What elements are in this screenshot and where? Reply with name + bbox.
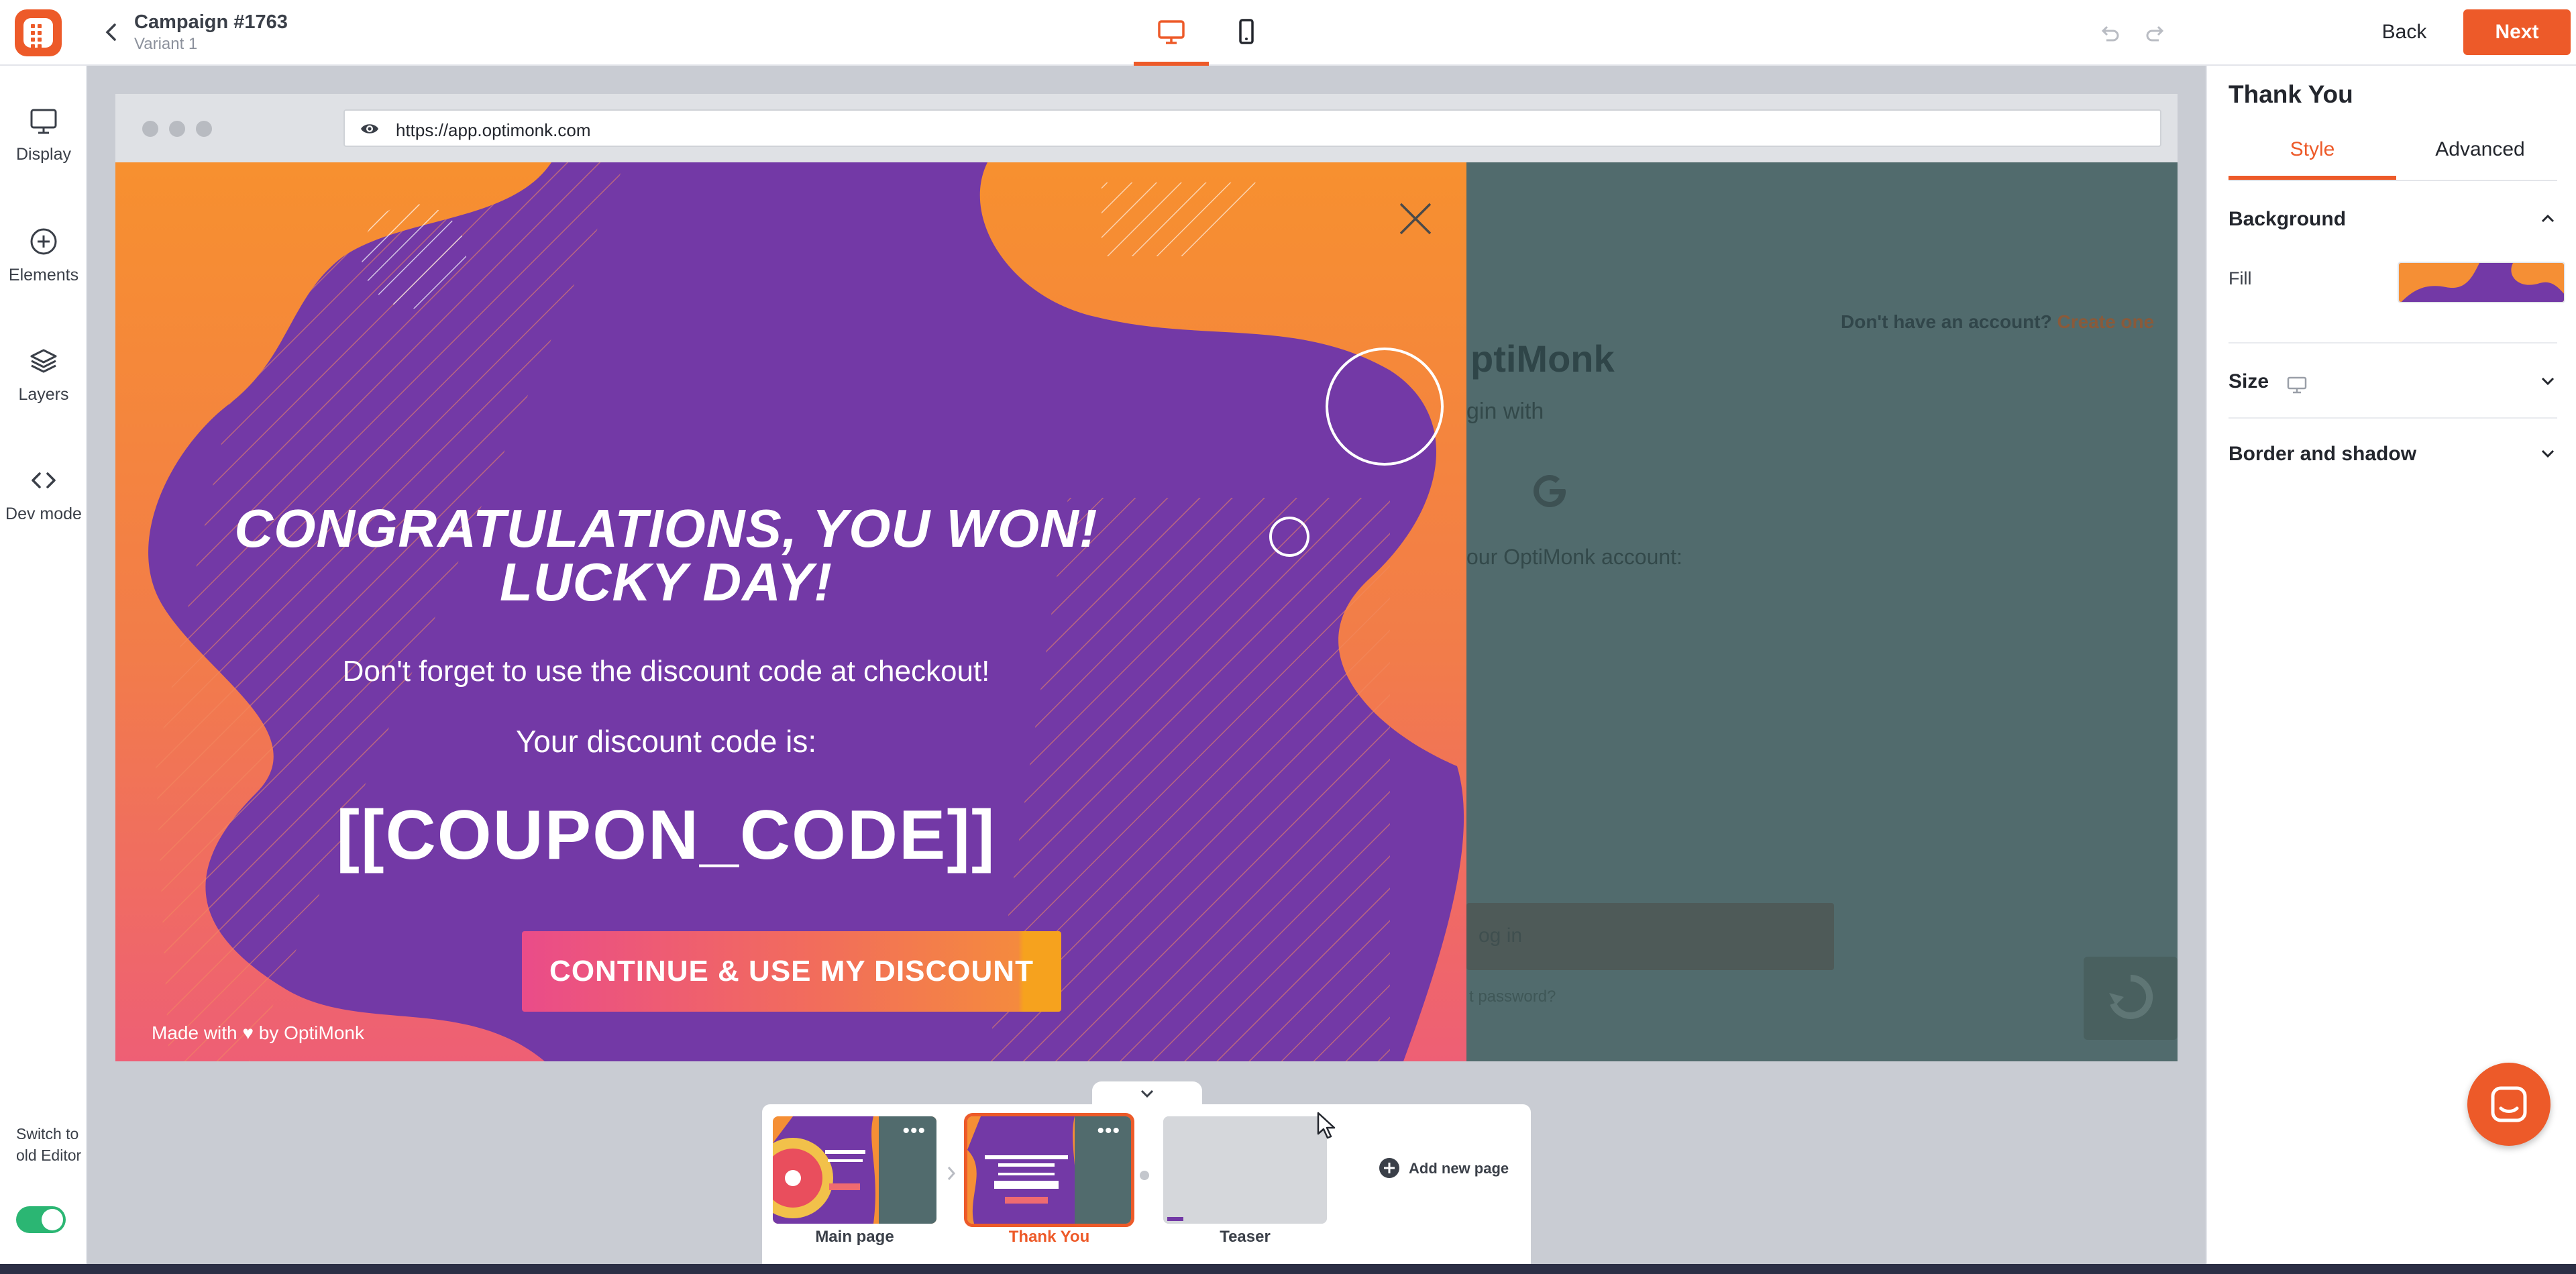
sidebar-item-elements[interactable]: Elements (0, 227, 87, 321)
window-dot (169, 121, 185, 137)
chat-icon (2491, 1086, 2527, 1122)
headline-line-2: LUCKY DAY! (500, 552, 833, 612)
sidebar-item-display[interactable]: Display (0, 107, 87, 201)
optimonk-logo[interactable] (15, 9, 62, 56)
monitor-icon (30, 109, 57, 134)
chevron-down-icon (1140, 1090, 1154, 1098)
chevron-down-icon (2541, 449, 2555, 458)
variant-name: Variant 1 (134, 35, 198, 53)
fill-label: Fill (2229, 268, 2252, 288)
redo-icon[interactable] (2144, 21, 2168, 46)
url-bar: https://app.optimonk.com (343, 109, 2161, 147)
chevron-left-icon[interactable] (99, 20, 123, 44)
campaign-title: Campaign #1763 (134, 11, 288, 33)
sidebar-item-label: Elements (8, 266, 79, 284)
eye-icon (361, 124, 378, 134)
more-options-icon[interactable]: ••• (902, 1121, 926, 1141)
tab-advanced[interactable]: Advanced (2396, 133, 2564, 180)
plus-circle-icon (30, 228, 57, 255)
create-account-link: Create one (2057, 311, 2155, 332)
switch-old-editor-label: Switch to old Editor (16, 1125, 82, 1164)
made-with-optimonk[interactable]: Made with ♥ by OptiMonk (152, 1022, 364, 1044)
recaptcha-icon (2109, 974, 2153, 1019)
undo-icon[interactable] (2097, 21, 2121, 46)
preview-canvas: https://app.optimonk.com Don't have an a… (115, 94, 2178, 1061)
left-sidebar: Display Elements Layers Dev mode Switch … (0, 66, 87, 1274)
thank-you-popup[interactable]: CONGRATULATIONS, YOU WON! LUCKY DAY! Don… (115, 162, 1466, 1061)
chevron-down-icon (2541, 377, 2555, 386)
tab-style[interactable]: Style (2229, 133, 2396, 180)
section-title: Background (2229, 208, 2347, 230)
chat-support-button[interactable] (2467, 1063, 2551, 1146)
page-label-thank-you: Thank You (1008, 1228, 1090, 1246)
mobile-icon (1239, 19, 1254, 44)
section-title: Size (2229, 370, 2269, 392)
chevron-right-icon (947, 1167, 956, 1180)
coupon-code: [[COUPON_CODE]] (336, 796, 996, 874)
panel-title: Thank You (2229, 81, 2353, 108)
sidebar-item-label: Dev mode (5, 505, 82, 523)
browser-chrome: https://app.optimonk.com (115, 94, 2178, 162)
section-size-header[interactable]: Size (2229, 361, 2557, 401)
code-label: Your discount code is: (515, 724, 817, 759)
login-with-text: gin with (1466, 399, 1544, 424)
fill-swatch (2399, 263, 2564, 302)
page-thumb-teaser[interactable] (1163, 1116, 1327, 1224)
sidebar-item-label: Layers (18, 385, 69, 404)
recaptcha-badge (2084, 957, 2178, 1040)
section-title: Border and shadow (2229, 443, 2417, 465)
window-dot (196, 121, 212, 137)
mobile-view-button[interactable] (1209, 0, 1284, 66)
page-label-main: Main page (815, 1228, 894, 1246)
reminder-text: Don't forget to use the discount code at… (342, 655, 990, 688)
window-dot (142, 121, 158, 137)
desktop-icon (2287, 376, 2307, 394)
fill-preview[interactable] (2398, 262, 2565, 303)
page-label-teaser: Teaser (1220, 1228, 1271, 1246)
section-divider (2229, 342, 2557, 343)
dot-separator-icon (1140, 1171, 1149, 1180)
sidebar-item-dev-mode[interactable]: Dev mode (0, 466, 87, 560)
chevron-up-icon (2541, 214, 2555, 223)
sidebar-item-layers[interactable]: Layers (0, 346, 87, 440)
taskbar-edge (0, 1264, 2576, 1274)
back-button[interactable]: Back (2364, 9, 2445, 55)
account-text: our OptiMonk account: (1466, 545, 1682, 569)
sidebar-item-label: Display (16, 145, 71, 164)
desktop-view-button[interactable] (1134, 0, 1209, 66)
close-icon[interactable] (1397, 200, 1434, 237)
more-options-icon[interactable]: ••• (1097, 1121, 1120, 1141)
layers-icon (30, 349, 57, 373)
google-icon (1534, 475, 1566, 507)
continue-discount-button[interactable]: CONTINUE & USE MY DISCOUNT (522, 931, 1061, 1012)
next-button[interactable]: Next (2463, 9, 2571, 55)
add-new-page-label: Add new page (1409, 1160, 1509, 1177)
code-icon (32, 472, 56, 488)
login-button-label: og in (1479, 924, 1523, 947)
switch-old-editor-toggle[interactable] (16, 1206, 66, 1233)
mouse-cursor-icon (1317, 1112, 1336, 1139)
login-button-bg: og in (1466, 903, 1834, 970)
desktop-icon (1158, 20, 1185, 44)
url-text: https://app.optimonk.com (396, 120, 591, 140)
brand-text: ptiMonk (1470, 337, 1615, 380)
section-background-header[interactable]: Background (2229, 199, 2557, 239)
page-thumb-thank-you[interactable]: ••• (964, 1113, 1134, 1227)
section-border-header[interactable]: Border and shadow (2229, 433, 2557, 474)
tabs-divider (2229, 180, 2557, 181)
plus-circle-icon (1379, 1158, 1399, 1178)
page-strip: ••• Main page ••• Thank You Teaser Add n… (762, 1104, 1531, 1274)
forgot-password-text: t password? (1469, 988, 1556, 1006)
headline-line-1: CONGRATULATIONS, YOU WON! (234, 498, 1098, 558)
top-bar: Campaign #1763 Variant 1 Back Next (0, 0, 2576, 66)
section-divider (2229, 417, 2557, 419)
page-thumb-main[interactable]: ••• (773, 1116, 936, 1224)
no-account-text: Don't have an account? (1841, 311, 2052, 332)
page-thumbnail (1163, 1116, 1327, 1224)
